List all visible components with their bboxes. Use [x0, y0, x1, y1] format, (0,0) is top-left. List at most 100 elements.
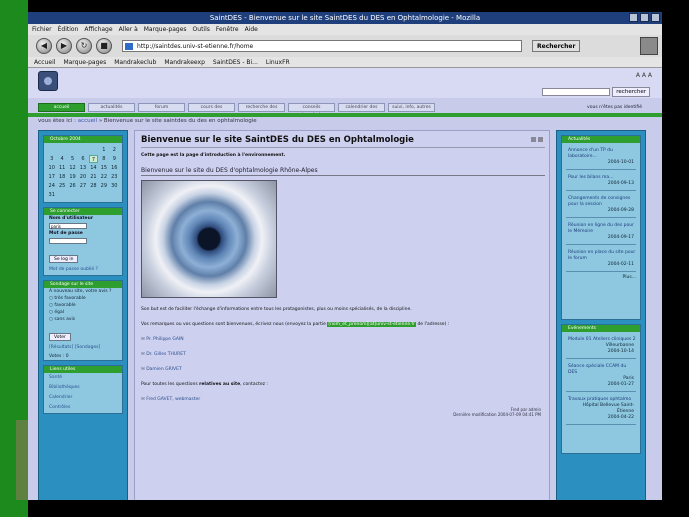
link-health[interactable]: Santé	[44, 373, 122, 383]
calendar-day[interactable]: 20	[78, 173, 87, 181]
bookmark-mandrakeclub[interactable]: Mandrakeclub	[114, 57, 156, 67]
maximize-button[interactable]	[640, 13, 649, 22]
tab-courses[interactable]: cours des	[188, 103, 235, 112]
calendar-day[interactable]: 4	[57, 155, 66, 163]
calendar-day[interactable]: 2	[110, 146, 119, 154]
event-item[interactable]: Travaux pratiques ophtalmo Hôpital Belle…	[566, 397, 636, 425]
news-more-link[interactable]: Plus...	[562, 272, 640, 283]
poll-vote-button[interactable]: Voter	[49, 333, 71, 341]
link-calendar[interactable]: Calendrier	[44, 393, 122, 403]
bookmark-home[interactable]: Accueil	[34, 57, 55, 67]
calendar-day[interactable]: 3	[47, 155, 56, 163]
tab-research[interactable]: recherche des	[238, 103, 285, 112]
contact-grivet[interactable]: Damien GRIVET	[141, 367, 182, 372]
menu-edit[interactable]: Édition	[58, 24, 79, 35]
calendar-day[interactable]: 31	[47, 191, 56, 199]
stop-button[interactable]: ■	[96, 38, 112, 54]
calendar-day[interactable]: 16	[110, 164, 119, 172]
menu-tools[interactable]: Outils	[193, 24, 210, 35]
calendar-day[interactable]: 7	[88, 155, 99, 163]
calendar-day[interactable]: 13	[78, 164, 87, 172]
subtitle-divider	[141, 175, 545, 176]
breadcrumb-home-link[interactable]: accueil	[78, 118, 97, 124]
bookmark-bookmarks[interactable]: Marque-pages	[63, 57, 106, 67]
calendar-day[interactable]: 10	[47, 164, 56, 172]
link-libraries[interactable]: Bibliothèques	[44, 383, 122, 393]
event-item[interactable]: Module 01 Ateliers cliniques 2 Villeurba…	[566, 337, 636, 359]
calendar-day[interactable]: 22	[99, 173, 108, 181]
poll-option-no-opinion[interactable]: sans avis	[44, 316, 122, 323]
calendar-day[interactable]: 18	[57, 173, 66, 181]
close-button[interactable]	[651, 13, 660, 22]
calendar-day[interactable]: 27	[78, 182, 87, 190]
calendar-day[interactable]: 30	[110, 182, 119, 190]
menu-view[interactable]: Affichage	[84, 24, 112, 35]
calendar-day[interactable]: 28	[89, 182, 98, 190]
poll-option-very-favorable[interactable]: très favorable	[44, 295, 122, 302]
tab-home[interactable]: accueil	[38, 103, 85, 112]
back-button[interactable]: ◀	[36, 38, 52, 54]
bookmark-linuxfr[interactable]: LinuxFR	[266, 57, 290, 67]
tab-advice[interactable]: conseils universitaires	[288, 103, 335, 118]
site-search-input[interactable]	[542, 88, 610, 96]
calendar-day[interactable]: 8	[99, 155, 108, 163]
poll-option-favorable[interactable]: favorable	[44, 302, 122, 309]
contact-webmaster[interactable]: Fred GAVET, webmaster	[141, 397, 200, 402]
login-button[interactable]: Se log in	[49, 255, 79, 263]
news-item[interactable]: Changements de consignes pour la session…	[566, 196, 636, 218]
calendar-day[interactable]: 17	[47, 173, 56, 181]
calendar-day[interactable]: 6	[78, 155, 87, 163]
calendar-day[interactable]: 5	[68, 155, 77, 163]
site-search-button[interactable]: rechercher	[612, 87, 650, 97]
site-logo[interactable]	[38, 71, 58, 91]
font-size-controls[interactable]: A A A	[636, 72, 652, 79]
news-item[interactable]: Annonce d'un TP du laboratoire... 2004-1…	[566, 148, 636, 170]
username-label: Nom d'utilisateur	[49, 216, 94, 221]
forgot-password-link[interactable]: Mot de passe oublié ?	[44, 265, 122, 275]
link-controls[interactable]: Contrôles	[44, 403, 122, 413]
calendar-day[interactable]: 23	[110, 173, 119, 181]
calendar-day[interactable]: 25	[57, 182, 66, 190]
bookmark-saintdes[interactable]: SaintDES - Bi...	[213, 57, 258, 67]
contact-thuret[interactable]: Dr. Gilles THURET	[141, 352, 186, 357]
menu-go[interactable]: Aller à	[119, 24, 138, 35]
calendar-day[interactable]: 26	[68, 182, 77, 190]
url-bar[interactable]: http://saintdes.univ-st-etienne.fr/home	[122, 40, 522, 52]
tab-news[interactable]: actualités	[88, 103, 135, 112]
event-item[interactable]: Séance spéciale CCAM du DES Paris 2004-0…	[566, 364, 636, 392]
tab-forum[interactable]: forum	[138, 103, 185, 112]
minimize-button[interactable]	[629, 13, 638, 22]
navigation-toolbar: ◀ ▶ ↻ ■ http://saintdes.univ-st-etienne.…	[28, 35, 662, 57]
calendar-day[interactable]: 1	[99, 146, 108, 154]
send-to-icon[interactable]	[531, 137, 536, 142]
calendar-day[interactable]: 11	[57, 164, 66, 172]
menu-help[interactable]: Aide	[245, 24, 258, 35]
menu-bookmarks[interactable]: Marque-pages	[144, 24, 187, 35]
calendar-day[interactable]: 21	[89, 173, 98, 181]
calendar-day[interactable]: 12	[68, 164, 77, 172]
username-input[interactable]: paris	[49, 223, 87, 229]
reload-button[interactable]: ↻	[76, 38, 92, 54]
calendar-day[interactable]: 9	[110, 155, 119, 163]
calendar-day[interactable]: 19	[68, 173, 77, 181]
forward-button[interactable]: ▶	[56, 38, 72, 54]
search-button[interactable]: Rechercher	[532, 40, 581, 52]
tab-other[interactable]: suivi, info, autres	[388, 103, 435, 112]
print-icon[interactable]	[538, 137, 543, 142]
calendar-box: Octobre 2004 1 2 3 4 5 6 7 8 9 10 11 12 13 14 15 16 17 18…	[43, 135, 123, 203]
bookmark-mandrakeexp[interactable]: Mandrakeexp	[164, 57, 205, 67]
news-item[interactable]: Réunion en ligne du des pour le Mémoire …	[566, 223, 636, 245]
menu-window[interactable]: Fenêtre	[216, 24, 239, 35]
calendar-day[interactable]: 15	[99, 164, 108, 172]
calendar-day[interactable]: 24	[47, 182, 56, 190]
password-input[interactable]	[49, 238, 87, 244]
poll-option-equal[interactable]: égal	[44, 309, 122, 316]
tab-calendar[interactable]: calendrier des	[338, 103, 385, 112]
calendar-day[interactable]: 14	[89, 164, 98, 172]
menu-file[interactable]: Fichier	[32, 24, 52, 35]
news-item[interactable]: Réunion en place du site pour le forum 2…	[566, 250, 636, 272]
contact-gain[interactable]: Pr. Philippe GAIN	[141, 337, 183, 342]
calendar-day[interactable]: 29	[99, 182, 108, 190]
poll-results-link[interactable]: [Résultats] [Sondages]	[44, 343, 122, 353]
news-item[interactable]: Pour les bilans ma... 2004-09-13	[566, 175, 636, 191]
